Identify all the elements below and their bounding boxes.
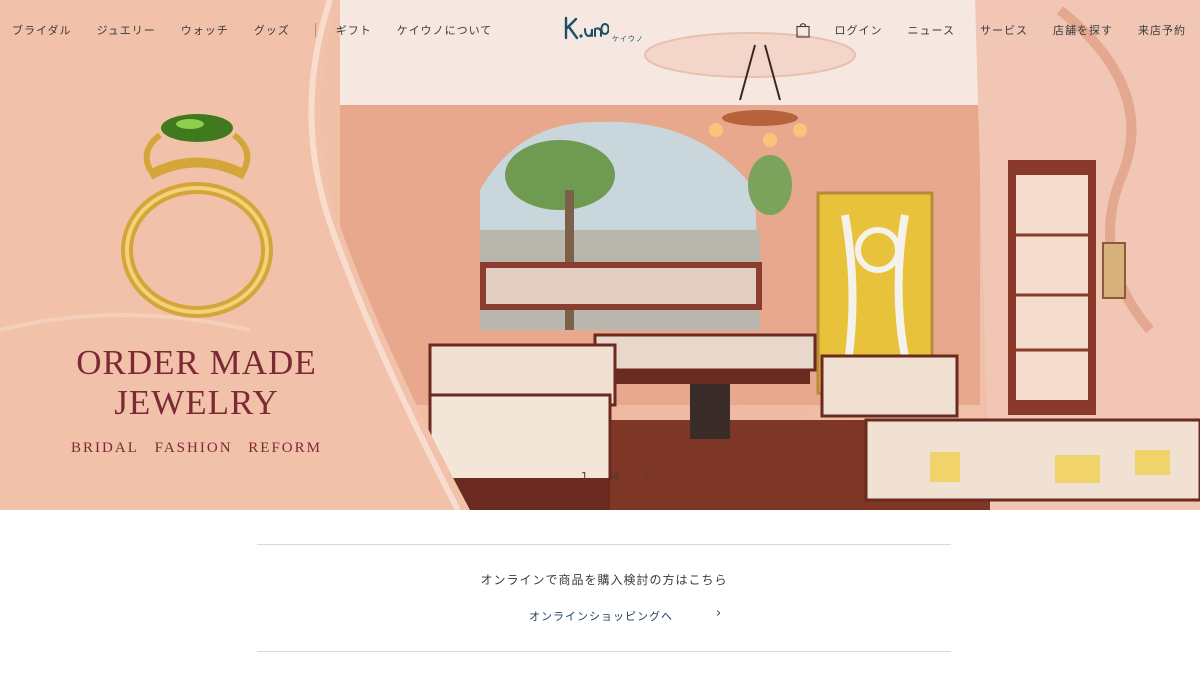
hero-title-line2: JEWELRY [114, 383, 279, 422]
brand-logo[interactable]: ケイウノ [563, 14, 645, 46]
primary-nav: ブライダル ジュエリー ウォッチ グッズ ギフト ケイウノについて [12, 22, 517, 38]
pager-next-icon[interactable]: › [644, 469, 649, 483]
slider-pager: 1 4 › [581, 469, 648, 483]
nav-goods[interactable]: グッズ [254, 22, 290, 38]
nav-watch[interactable]: ウォッチ [181, 22, 229, 38]
hero-sub-bridal: BRIDAL [71, 440, 139, 456]
nav-store-finder[interactable]: 店舗を探す [1053, 22, 1113, 38]
hero-sub-fashion: FASHION [154, 440, 233, 456]
nav-jewelry[interactable]: ジュエリー [97, 22, 156, 38]
nav-about[interactable]: ケイウノについて [397, 22, 492, 38]
nav-divider [314, 23, 316, 37]
divider-bottom [257, 651, 951, 652]
shopping-bag-icon[interactable] [795, 22, 810, 38]
hero-sub-reform: REFORM [248, 440, 322, 456]
nav-reservation[interactable]: 来店予約 [1138, 22, 1186, 38]
pager-page-current[interactable]: 4 [612, 470, 620, 483]
hero-title-line1: ORDER MADE [76, 343, 317, 382]
online-shopping-text: オンラインで商品を購入検討の方はこちら [480, 573, 728, 587]
online-shopping-link[interactable]: オンラインショッピングへ [529, 608, 673, 624]
nav-login[interactable]: ログイン [835, 22, 883, 38]
nav-gift[interactable]: ギフト [336, 22, 372, 38]
divider-top [257, 544, 951, 545]
hero-banner[interactable] [0, 0, 1200, 510]
chevron-right-icon[interactable]: › [716, 606, 721, 621]
hero-subtitle: BRIDAL FASHION REFORM [30, 440, 363, 457]
logo-katakana: ケイウノ [612, 35, 644, 43]
nav-bridal[interactable]: ブライダル [12, 22, 72, 38]
utility-nav: ログイン ニュース サービス 店舗を探す 来店予約 [795, 22, 1186, 38]
site-header: ブライダル ジュエリー ウォッチ グッズ ギフト ケイウノについて ケイウノ ロ… [0, 0, 1200, 60]
hero-title: ORDER MADE JEWELRY [30, 343, 363, 423]
pager-page-1[interactable]: 1 [581, 470, 588, 483]
nav-service[interactable]: サービス [980, 22, 1028, 38]
nav-news[interactable]: ニュース [908, 22, 955, 38]
hero-image [0, 0, 1200, 510]
logo-mark [564, 16, 610, 40]
